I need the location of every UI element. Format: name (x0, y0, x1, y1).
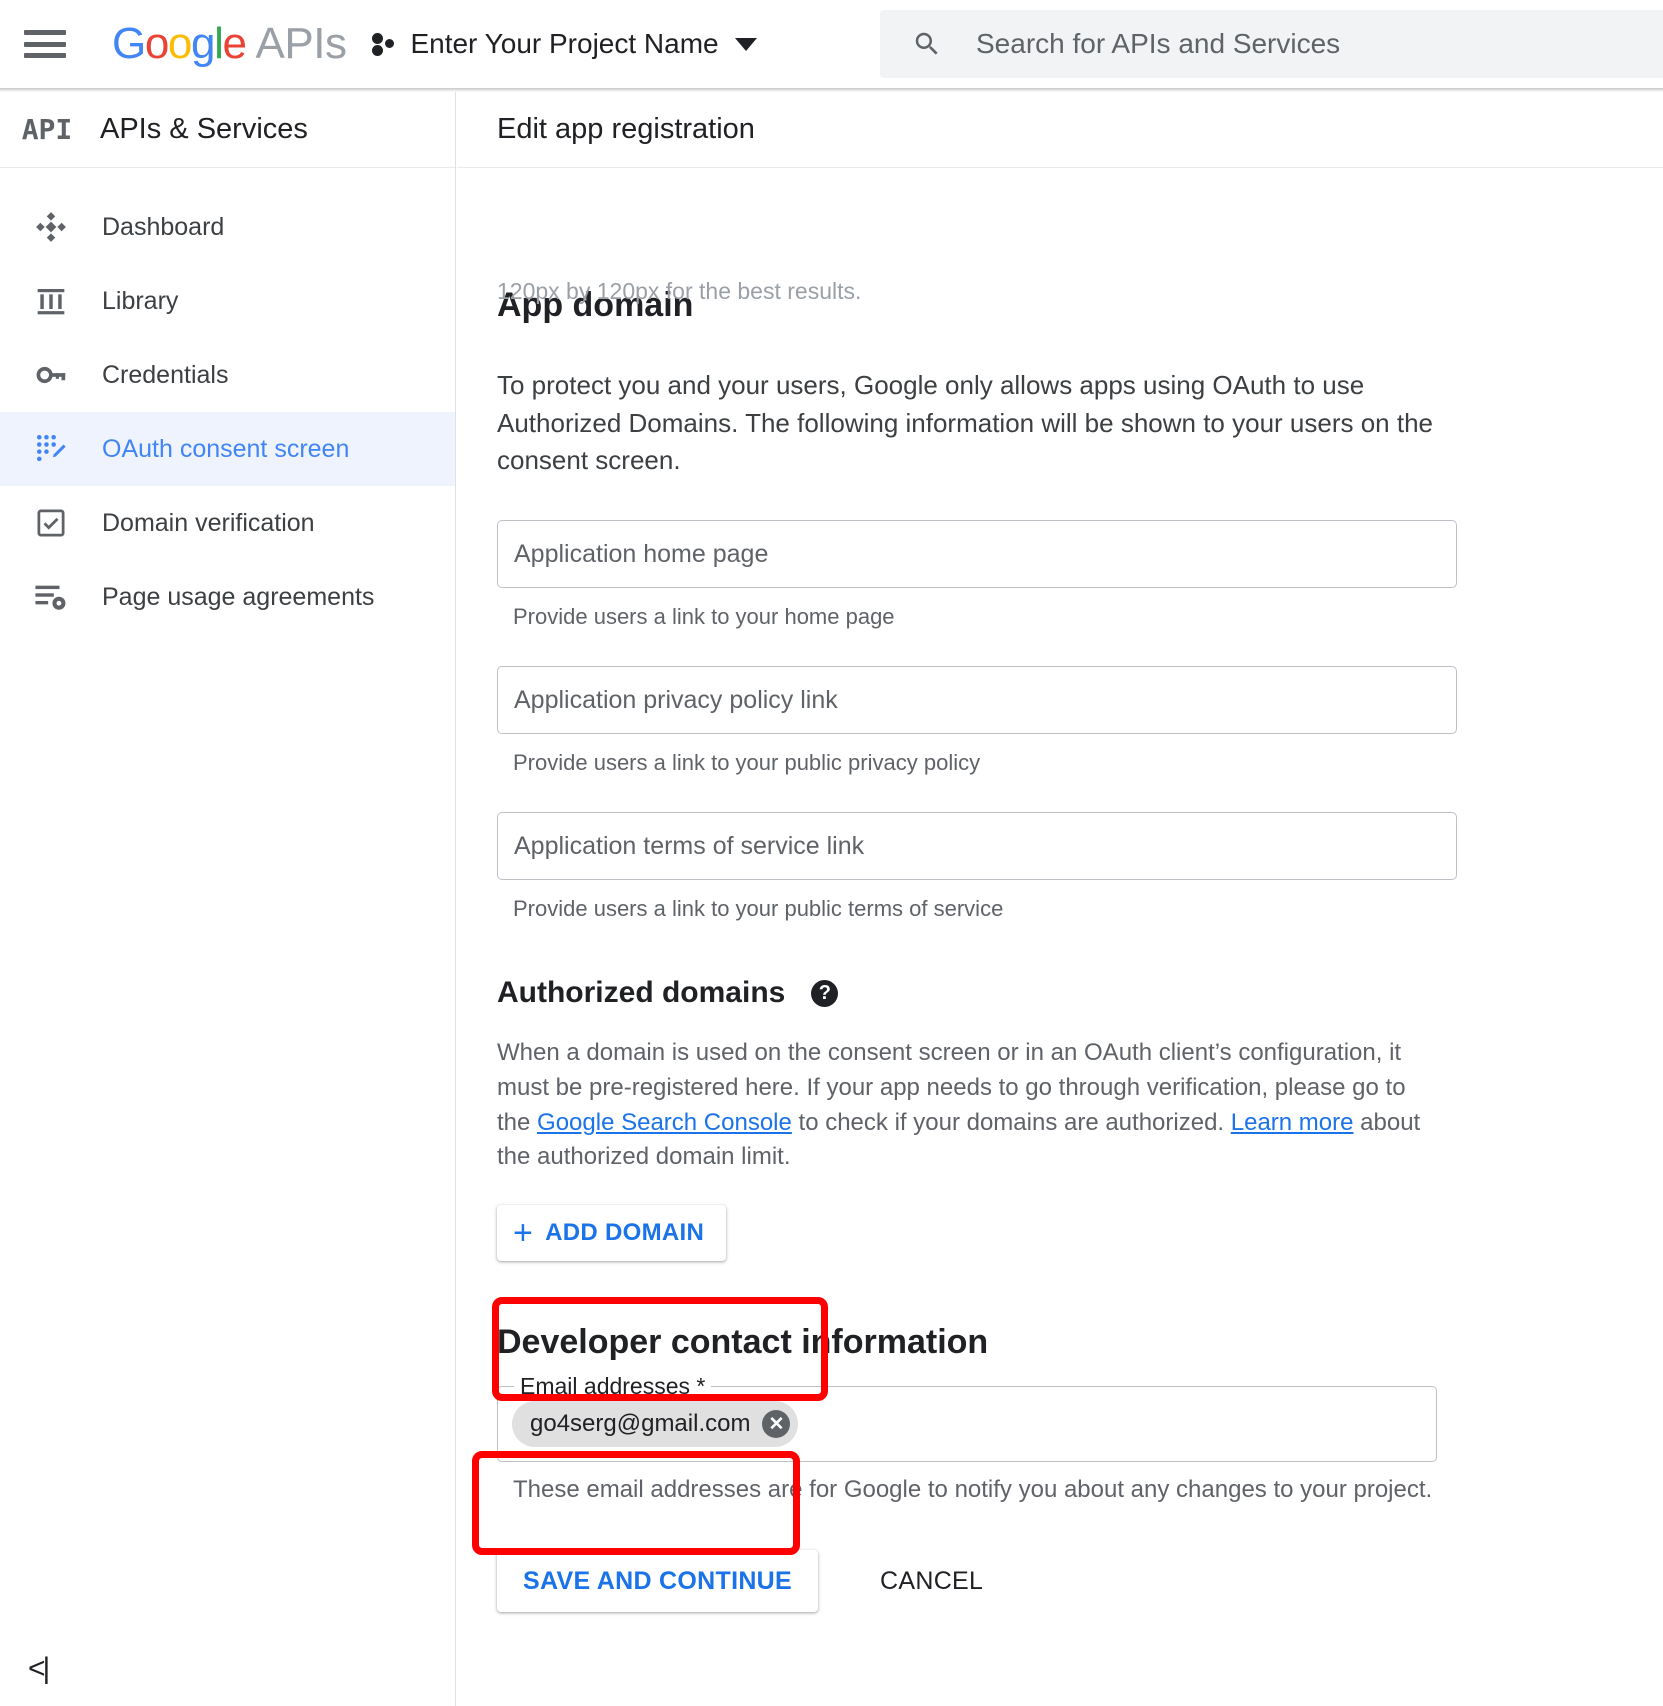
authorized-domains-description: When a domain is used on the consent scr… (497, 1036, 1445, 1175)
email-addresses-field[interactable]: Email addresses * go4serg@gmail.com ✕ (497, 1373, 1437, 1463)
page-title: Edit app registration (497, 113, 755, 145)
google-apis-logo: Google APIs (112, 19, 347, 68)
developer-contact-hint: These email addresses are for Google to … (513, 1476, 1433, 1504)
search-icon (915, 32, 938, 55)
app-domain-section: App domain To protect you and your users… (497, 286, 1639, 922)
authorized-domains-section: Authorized domains ? When a domain is us… (497, 976, 1639, 1262)
sidebar-item-page-usage-agreements[interactable]: Page usage agreements (0, 560, 455, 634)
sidebar-item-oauth-consent-screen[interactable]: OAuth consent screen (0, 412, 455, 486)
close-circle-icon[interactable]: ✕ (762, 1410, 791, 1439)
email-addresses-label: Email addresses * (514, 1373, 712, 1401)
search-input[interactable]: Search for APIs and Services (880, 10, 1663, 78)
authorized-domains-heading: Authorized domains (497, 976, 786, 1010)
checkbox-icon (22, 508, 80, 538)
save-and-continue-button[interactable]: SAVE AND CONTINUE (497, 1550, 819, 1613)
plus-icon: + (513, 1214, 534, 1253)
api-badge-icon: API (21, 113, 73, 146)
project-dots-icon (372, 32, 398, 56)
sidebar-item-domain-verification[interactable]: Domain verification (0, 486, 455, 560)
help-question-icon[interactable]: ? (811, 979, 839, 1007)
main-header: Edit app registration (457, 92, 1663, 168)
sidebar-item-label: Dashboard (102, 212, 225, 241)
sidebar-item-label: Page usage agreements (102, 582, 375, 611)
app-terms-of-service-group: Application terms of service link Provid… (497, 812, 1639, 922)
top-bar: Google APIs Enter Your Project Name Searc… (0, 0, 1663, 88)
add-domain-label: ADD DOMAIN (545, 1219, 705, 1247)
key-icon (22, 358, 80, 392)
sidebar-nav: Dashboard Library Credentials OAuth cons… (0, 168, 455, 634)
authorized-domains-text-2: to check if your domains are authorized. (791, 1108, 1231, 1136)
project-selector[interactable]: Enter Your Project Name (372, 28, 757, 60)
learn-more-link[interactable]: Learn more (1231, 1109, 1354, 1136)
dashboard-diamond-icon (22, 210, 80, 244)
sidebar-header: API APIs & Services (0, 92, 455, 168)
google-search-console-link[interactable]: Google Search Console (537, 1109, 792, 1136)
input-placeholder: Application privacy policy link (514, 685, 838, 714)
project-selector-label: Enter Your Project Name (410, 28, 719, 59)
oauth-consent-icon (22, 433, 80, 465)
email-chip-text: go4serg@gmail.com (530, 1410, 751, 1438)
input-placeholder: Application terms of service link (514, 831, 865, 860)
main-panel: Edit app registration 120px by 120px for… (457, 92, 1663, 1706)
cancel-button[interactable]: CANCEL (862, 1550, 1001, 1612)
library-icon (22, 285, 80, 317)
sidebar-title: APIs & Services (100, 113, 308, 145)
application-terms-of-service-input[interactable]: Application terms of service link (497, 812, 1457, 881)
app-domain-description: To protect you and your users, Google on… (497, 370, 1433, 476)
logo-letter-G: G (112, 19, 146, 68)
email-chip[interactable]: go4serg@gmail.com ✕ (512, 1401, 799, 1448)
sidebar-item-label: OAuth consent screen (102, 434, 350, 463)
application-home-page-hint: Provide users a link to your home page (513, 604, 895, 630)
sidebar-item-label: Domain verification (102, 508, 315, 537)
hamburger-menu-icon[interactable] (22, 26, 68, 62)
logo-letter-o1: o (144, 19, 169, 68)
logo-letter-o2: o (167, 19, 192, 68)
logo-apis-word: APIs (255, 19, 347, 68)
application-privacy-policy-input[interactable]: Application privacy policy link (497, 666, 1457, 735)
form-actions: SAVE AND CONTINUE CANCEL (497, 1550, 1639, 1613)
application-privacy-policy-hint: Provide users a link to your public priv… (513, 750, 981, 776)
chevron-down-icon (734, 37, 757, 51)
developer-contact-section: Developer contact information Email addr… (497, 1323, 1639, 1504)
application-home-page-input[interactable]: Application home page (497, 520, 1457, 589)
logo-letter-g: g (190, 19, 215, 68)
list-gear-icon (22, 580, 80, 614)
sidebar-item-label: Library (102, 286, 179, 315)
developer-contact-heading: Developer contact information (497, 1323, 989, 1362)
add-domain-button[interactable]: + ADD DOMAIN (497, 1205, 727, 1262)
sidebar-item-dashboard[interactable]: Dashboard (0, 190, 455, 264)
logo-letter-e: e (222, 19, 246, 68)
input-placeholder: Application home page (514, 539, 769, 568)
sidebar-item-credentials[interactable]: Credentials (0, 338, 455, 412)
application-terms-of-service-hint: Provide users a link to your public term… (513, 896, 1004, 922)
sidebar-item-label: Credentials (102, 360, 229, 389)
search-placeholder: Search for APIs and Services (976, 28, 1341, 59)
collapse-sidebar-icon[interactable]: <| (28, 1652, 50, 1686)
main-content: 120px by 120px for the best results. App… (457, 278, 1663, 1613)
app-privacy-policy-group: Application privacy policy link Provide … (497, 666, 1639, 776)
sidebar: API APIs & Services Dashboard Library Cr… (0, 92, 456, 1706)
clipped-logo-hint: 120px by 120px for the best results. (497, 278, 862, 304)
app-home-page-group: Application home page Provide users a li… (497, 520, 1639, 630)
app-root: Google APIs Enter Your Project Name Searc… (0, 0, 1663, 1706)
sidebar-item-library[interactable]: Library (0, 264, 455, 338)
